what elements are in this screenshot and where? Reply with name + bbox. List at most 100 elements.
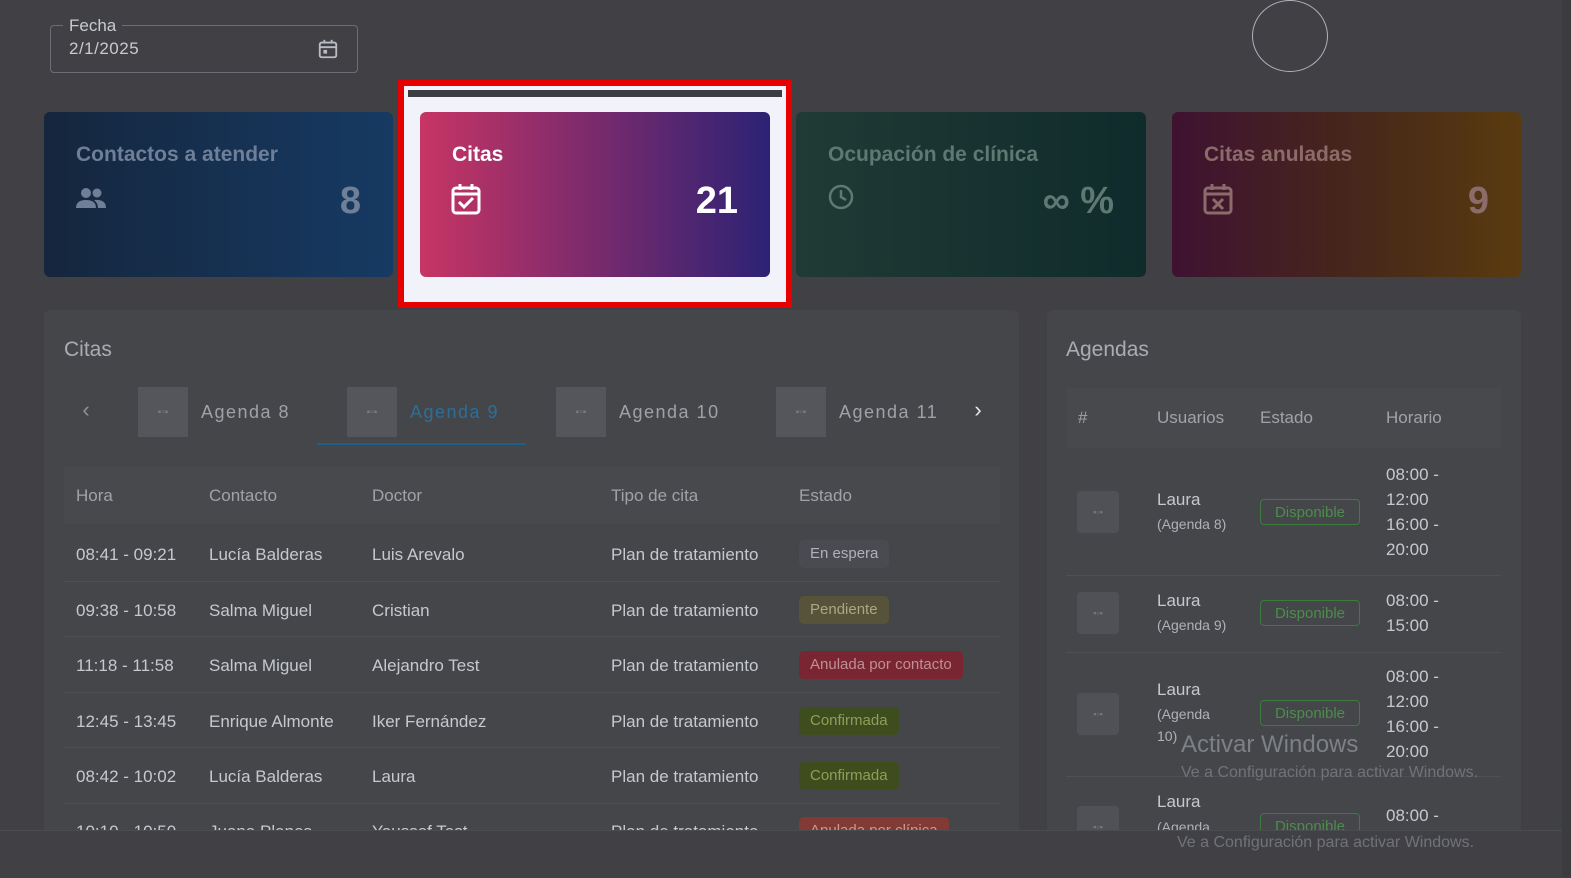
col-tipo[interactable]: Tipo de cita [611,486,698,506]
cell-contacto[interactable]: Lucía Balderas [209,545,322,565]
contacts-card-title: Contactos a atender [76,143,278,166]
calendar-check-icon [451,184,481,215]
tab-agenda-10[interactable]: ▪▫▪ Agenda 10 [556,387,720,437]
availability-badge: Disponible [1260,499,1360,525]
user-name: Laura [1157,792,1201,811]
cell-tipo: Plan de tratamiento [611,545,759,564]
cell-hora: 09:38 - 10:58 [76,601,177,620]
activation-watermark-subtitle: Ve a Configuración para activar Windows. [1181,764,1479,781]
col-number: # [1078,408,1088,427]
col-contacto[interactable]: Contacto [209,486,277,506]
col-estado[interactable]: Estado [799,486,852,506]
schedule-hours: 08:00 - 12:00 16:00 - 20:00 [1386,667,1439,761]
occupancy-card-value: ∞ % [1042,180,1114,222]
agenda-avatar: ▪▫▪ [776,387,826,437]
citas-panel-title: Citas [64,338,112,361]
schedule-hours: 08:00 - 15:00 [1386,591,1439,635]
status-badge: Anulada por contacto [799,651,963,679]
activation-watermark-subtitle-echo: Ve a Configuración para activar Windows. [1177,834,1475,851]
col-usuarios: Usuarios [1157,408,1225,427]
cell-doctor: Alejandro Test [372,656,480,675]
agenda-avatar: ▪▫▪ [138,387,188,437]
availability-badge: Disponible [1260,600,1360,626]
activation-watermark-title: Activar Windows [1181,731,1359,758]
agenda-avatar: ▪▫▪ [347,387,397,437]
cancelled-card[interactable]: Citas anuladas 9 [1172,112,1521,277]
calendar-icon[interactable] [317,38,339,60]
status-badge: Confirmada [799,762,899,790]
tab-agenda-11[interactable]: ▪▫▪ Agenda 11 [776,387,938,437]
date-field[interactable]: Fecha 2/1/2025 [50,16,358,73]
highlight-inner-bar [408,90,782,97]
tab-label: Agenda 9 [410,401,500,422]
user-agenda: (Agenda 9) [1157,617,1227,633]
user-avatar: ▪▫▪ [1077,592,1119,634]
cell-contacto[interactable]: Enrique Almonte [209,712,334,732]
citas-card-title: Citas [452,143,504,166]
agenda-avatar: ▪▫▪ [556,387,606,437]
cancelled-card-value: 9 [1467,180,1489,222]
schedule-hours: 08:00 - 12:00 16:00 - 20:00 [1386,465,1439,559]
col-hora[interactable]: Hora [76,486,113,506]
page-scrollbar[interactable] [1562,0,1571,877]
citas-card[interactable]: Citas 21 [420,112,770,277]
col-doctor[interactable]: Doctor [372,486,422,506]
row-divider [64,692,1000,693]
cell-doctor: Cristian [372,601,430,620]
schedule-hours: 08:00 - [1386,806,1439,825]
user-avatar: ▪▫▪ [1077,491,1119,533]
cell-tipo: Plan de tratamiento [611,712,759,731]
cell-tipo: Plan de tratamiento [611,601,759,620]
tabs-prev-icon[interactable]: ‹ [74,398,98,422]
contacts-card-value: 8 [339,180,361,222]
tab-label: Agenda 10 [619,401,720,422]
cell-hora: 08:42 - 10:02 [76,767,177,786]
people-icon [76,188,106,208]
col-estado: Estado [1260,408,1313,427]
row-divider [1066,575,1501,576]
row-divider [64,581,1000,582]
cell-hora: 08:41 - 09:21 [76,545,177,564]
agendas-panel-title: Agendas [1066,338,1149,361]
user-avatar: ▪▫▪ [1077,693,1119,735]
user-name: Laura [1157,490,1201,509]
citas-card-value: 21 [695,180,738,222]
cell-hora: 12:45 - 13:45 [76,712,177,731]
row-divider [1066,652,1501,653]
status-badge: En espera [799,540,890,568]
tabs-next-icon[interactable]: › [966,398,990,422]
cell-doctor: Iker Fernández [372,712,487,731]
cell-tipo: Plan de tratamiento [611,767,759,786]
tab-label: Agenda 11 [839,401,939,422]
tab-agenda-8[interactable]: ▪▫▪ Agenda 8 [138,387,290,437]
row-divider [64,636,1000,637]
citas-table-header [64,466,1000,524]
user-name: Laura [1157,591,1201,610]
status-badge: Confirmada [799,707,899,735]
cell-doctor: Luis Arevalo [372,545,465,564]
availability-badge: Disponible [1260,700,1360,726]
clock-icon [828,184,854,210]
cell-contacto[interactable]: Salma Miguel [209,601,312,621]
occupancy-card[interactable]: Ocupación de clínica ∞ % [796,112,1146,277]
status-badge: Pendiente [799,596,889,624]
row-divider [64,747,1000,748]
date-field-label: Fecha [63,16,123,36]
tab-label: Agenda 8 [201,401,291,422]
cell-doctor: Laura [372,767,416,786]
calendar-x-icon [1203,184,1233,215]
occupancy-card-title: Ocupación de clínica [828,143,1039,166]
contacts-card[interactable]: Contactos a atender 8 [44,112,393,277]
cell-contacto[interactable]: Lucía Balderas [209,767,322,787]
cancelled-card-title: Citas anuladas [1204,143,1353,166]
cell-tipo: Plan de tratamiento [611,656,759,675]
cursor-circle [1252,0,1328,72]
cell-contacto[interactable]: Salma Miguel [209,656,312,676]
row-divider [64,803,1000,804]
tab-agenda-9[interactable]: ▪▫▪ Agenda 9 [347,387,499,437]
cell-hora: 11:18 - 11:58 [76,656,174,675]
user-name: Laura [1157,680,1201,699]
date-field-value[interactable]: 2/1/2025 [69,39,139,59]
user-agenda: (Agenda 8) [1157,516,1227,532]
active-tab-indicator [317,443,526,445]
